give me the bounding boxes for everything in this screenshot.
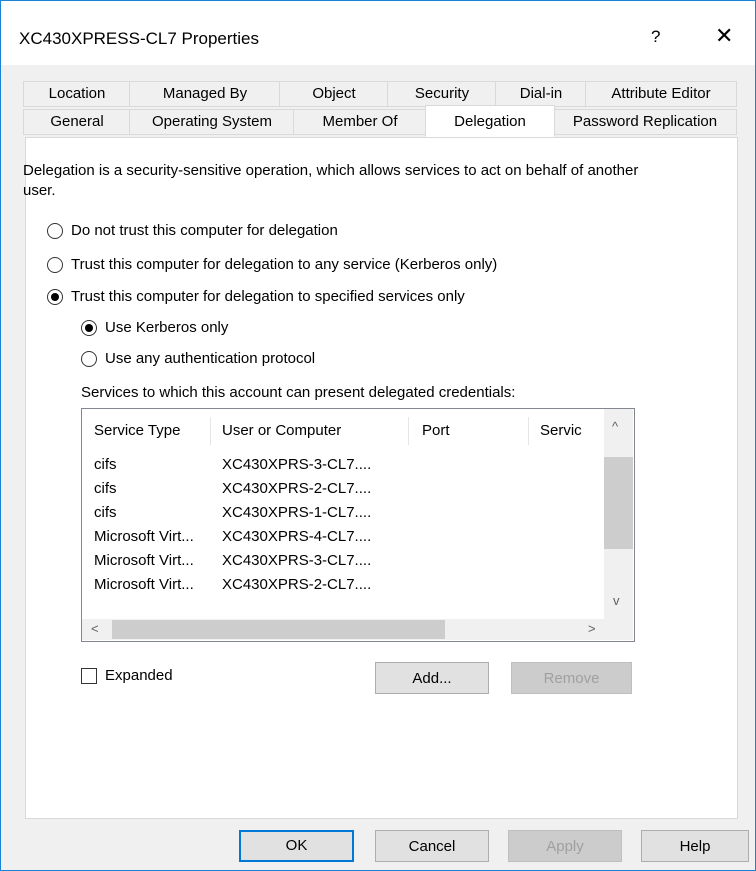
table-cell[interactable]: cifs [94, 501, 218, 525]
tab-operating-system[interactable]: Operating System [129, 109, 295, 135]
table-cell[interactable]: XC430XPRS-2-CL7.... [222, 477, 402, 501]
radio-label: Trust this computer for delegation to sp… [71, 288, 465, 305]
scroll-up-icon[interactable]: ^ [612, 419, 618, 434]
tab-password-replication[interactable]: Password Replication [553, 109, 737, 135]
radio-label: Use any authentication protocol [105, 350, 316, 367]
tab-attribute-editor[interactable]: Attribute Editor [585, 81, 737, 107]
tab-managed-by[interactable]: Managed By [129, 81, 281, 107]
radio-button[interactable] [81, 320, 97, 336]
radio-button[interactable] [81, 351, 97, 367]
table-cell[interactable]: Microsoft Virt... [94, 525, 218, 549]
table-cell[interactable]: XC430XPRS-1-CL7.... [222, 501, 402, 525]
scroll-right-icon[interactable]: > [588, 621, 596, 636]
table-cell[interactable]: XC430XPRS-4-CL7.... [222, 525, 402, 549]
table-cell[interactable]: Microsoft Virt... [94, 549, 218, 573]
radio-button[interactable] [47, 289, 63, 305]
column-header-service[interactable]: Servic [540, 417, 598, 445]
services-caption: Services to which this account can prese… [81, 384, 516, 401]
radio-button[interactable] [47, 257, 63, 273]
radio-label: Trust this computer for delegation to an… [71, 256, 498, 273]
column-header-service-type[interactable]: Service Type [94, 417, 210, 445]
table-cell[interactable]: XC430XPRS-3-CL7.... [222, 453, 402, 477]
expanded-checkbox[interactable] [81, 668, 97, 684]
table-cell[interactable]: Microsoft Virt... [94, 573, 218, 597]
apply-button[interactable]: Apply [508, 830, 622, 862]
add-button[interactable]: Add... [375, 662, 489, 694]
tab-general[interactable]: General [23, 109, 131, 135]
radio-label: Do not trust this computer for delegatio… [71, 222, 338, 239]
table-cell[interactable]: cifs [94, 477, 218, 501]
remove-button[interactable]: Remove [511, 662, 632, 694]
help-button[interactable]: Help [641, 830, 749, 862]
column-separator[interactable] [528, 417, 529, 445]
vertical-scroll-thumb[interactable] [604, 457, 633, 549]
ok-button[interactable]: OK [239, 830, 354, 862]
title-bar[interactable]: XC430XPRESS-CL7 Properties ? ✕ [1, 1, 755, 65]
scroll-down-icon[interactable]: v [613, 593, 620, 608]
column-separator[interactable] [408, 417, 409, 445]
tab-delegation[interactable]: Delegation [425, 105, 555, 137]
tab-location[interactable]: Location [23, 81, 131, 107]
tab-member-of[interactable]: Member Of [293, 109, 427, 135]
radio-button[interactable] [47, 223, 63, 239]
radio-label: Use Kerberos only [105, 319, 229, 336]
services-list[interactable]: Service Type User or Computer Port Servi… [81, 408, 635, 642]
expanded-label: Expanded [105, 667, 173, 684]
delegation-description: Delegation is a security-sensitive opera… [23, 162, 639, 199]
scroll-left-icon[interactable]: < [91, 621, 99, 636]
column-header-port[interactable]: Port [422, 417, 522, 445]
table-cell[interactable]: XC430XPRS-2-CL7.... [222, 573, 402, 597]
cancel-button[interactable]: Cancel [375, 830, 489, 862]
help-icon[interactable]: ? [651, 27, 660, 47]
properties-dialog: XC430XPRESS-CL7 Properties ? ✕ Location … [0, 0, 756, 871]
table-cell[interactable]: XC430XPRS-3-CL7.... [222, 549, 402, 573]
table-cell[interactable]: cifs [94, 453, 218, 477]
tab-security[interactable]: Security [387, 81, 497, 107]
tab-object[interactable]: Object [279, 81, 389, 107]
column-header-user-or-computer[interactable]: User or Computer [222, 417, 402, 445]
window-title: XC430XPRESS-CL7 Properties [19, 29, 260, 48]
close-icon[interactable]: ✕ [715, 23, 733, 49]
horizontal-scroll-thumb[interactable] [112, 620, 445, 639]
column-separator[interactable] [210, 417, 211, 445]
tab-dial-in[interactable]: Dial-in [495, 81, 587, 107]
